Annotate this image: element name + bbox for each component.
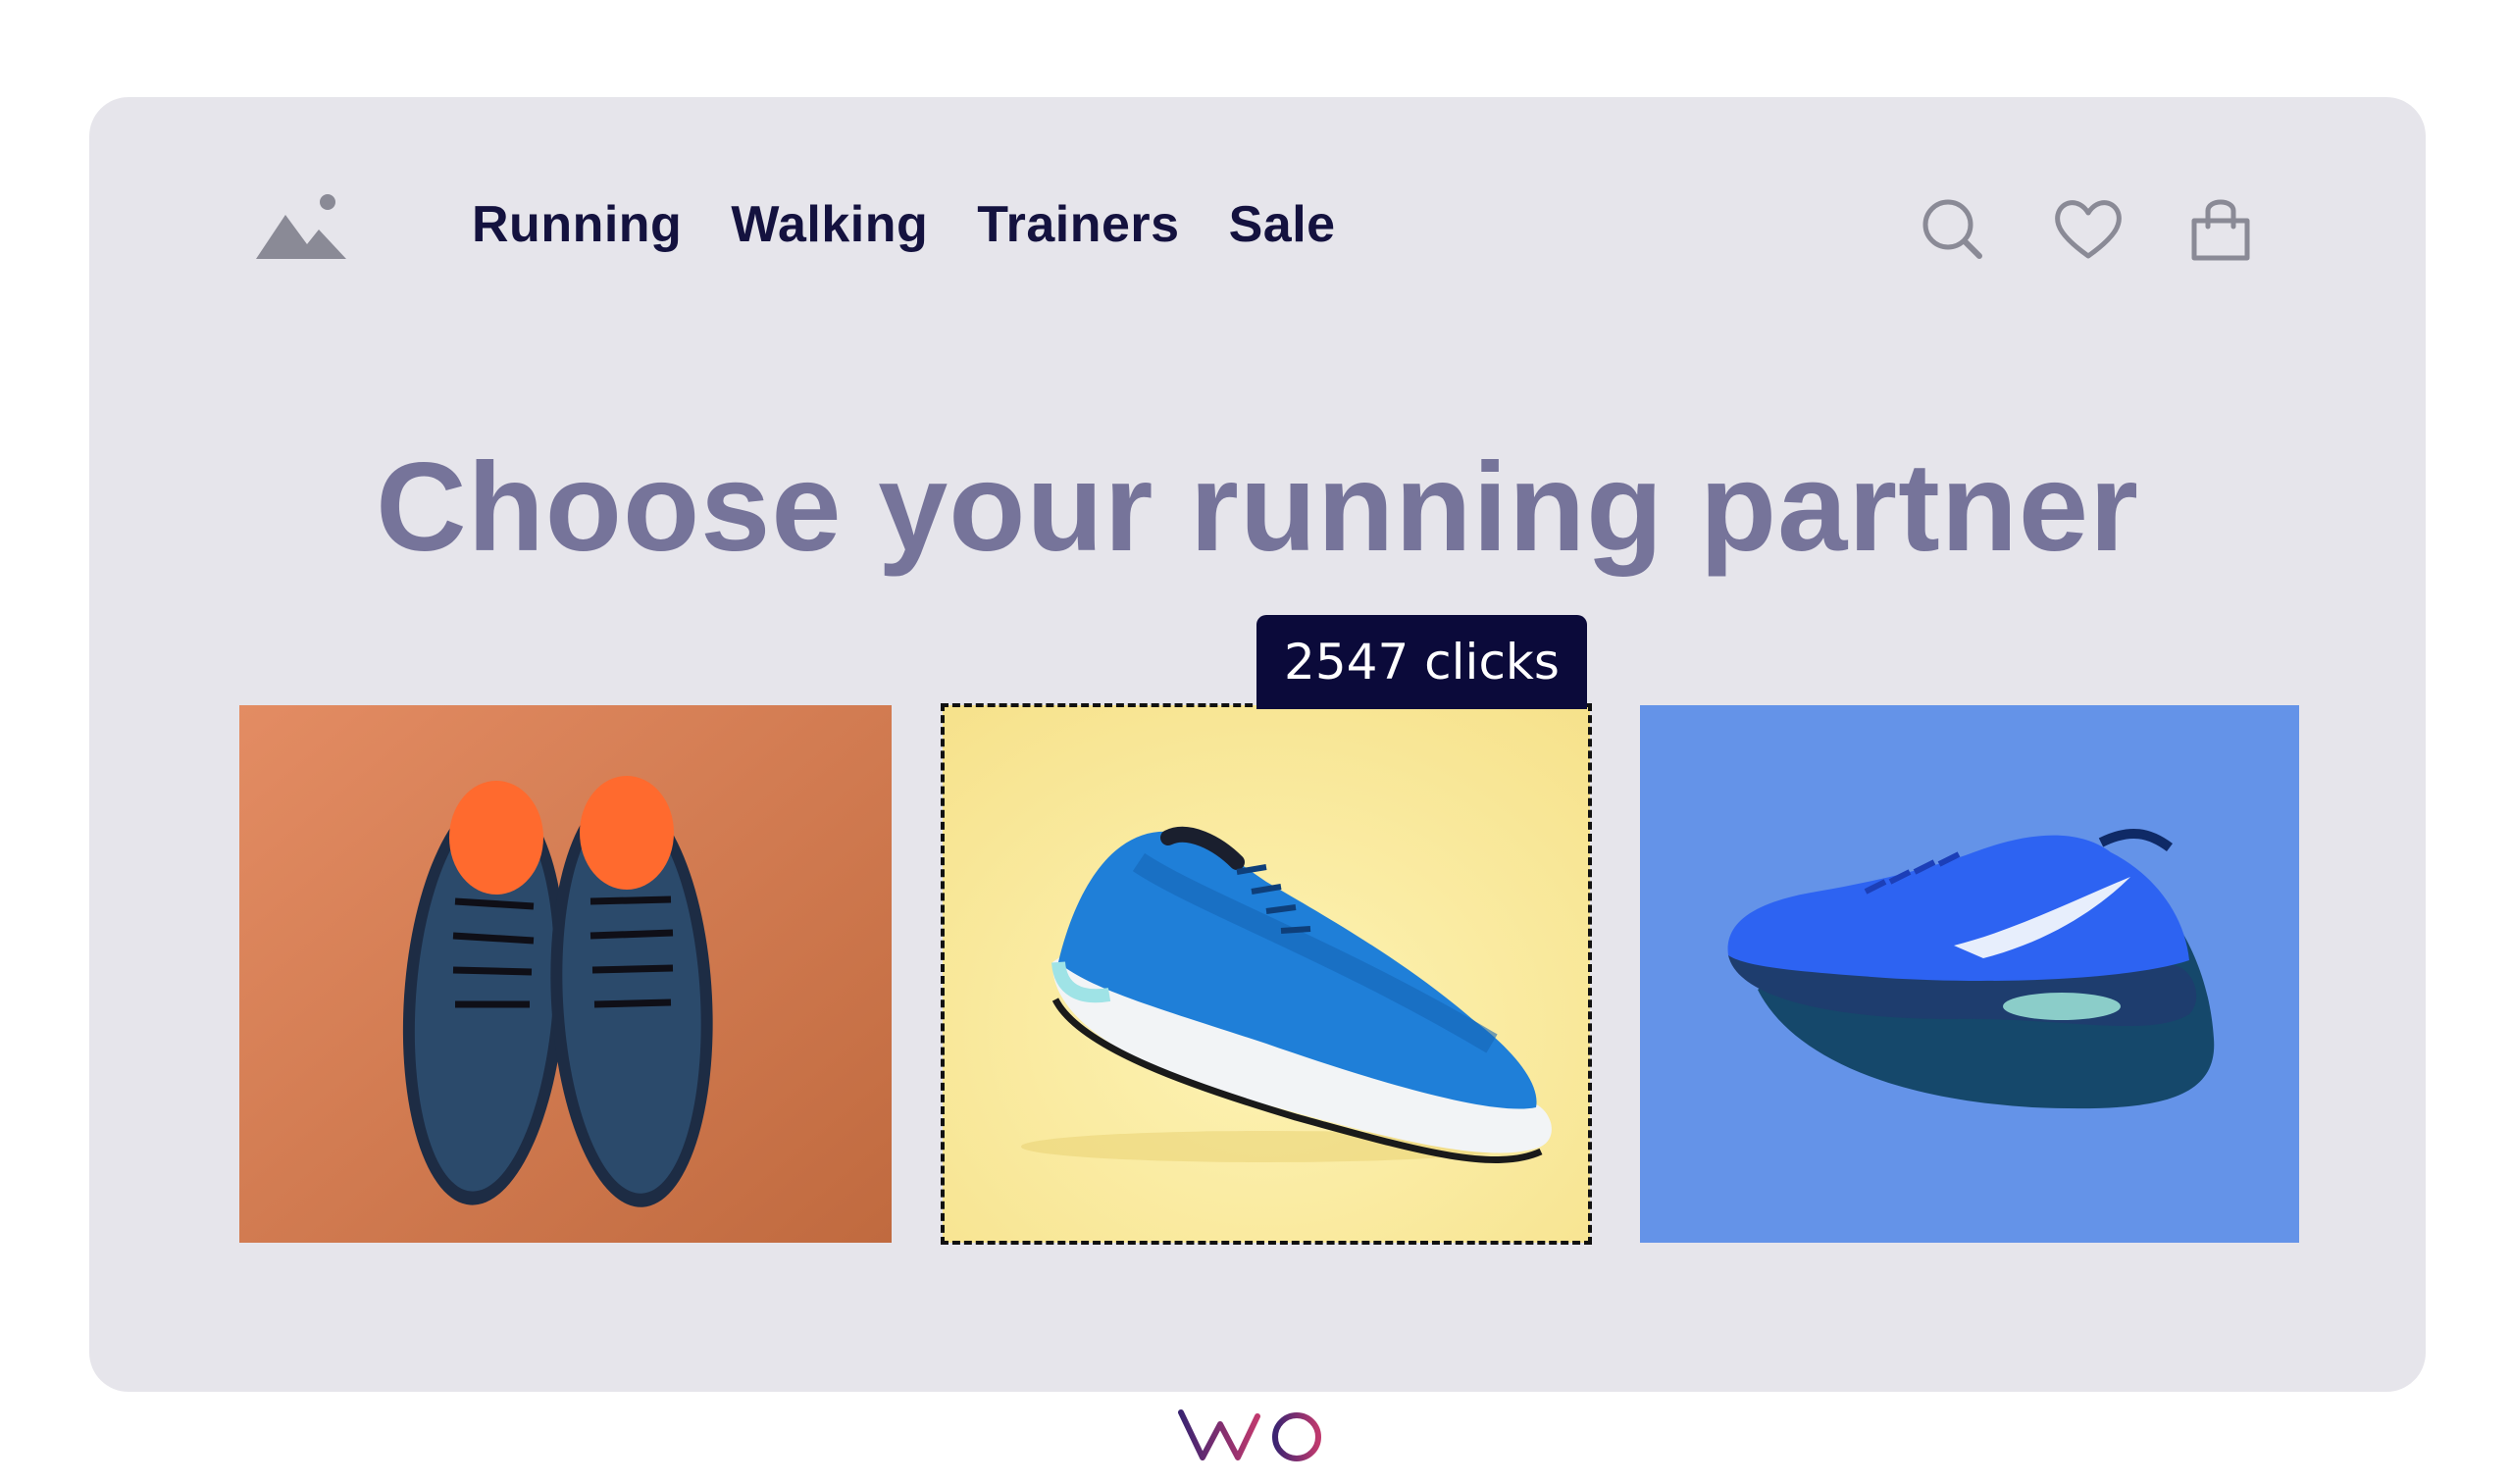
main-nav: Running Walking Trainers Sale xyxy=(472,195,1336,254)
product-card-orange[interactable] xyxy=(239,705,892,1243)
mountain-logo-icon[interactable] xyxy=(256,190,354,264)
nav-sale[interactable]: Sale xyxy=(1229,195,1336,254)
shoes-top-view-image xyxy=(239,705,892,1243)
product-card-blue[interactable] xyxy=(1640,705,2299,1243)
blue-running-shoe-image xyxy=(943,705,1590,1243)
nav-running[interactable]: Running xyxy=(472,195,682,254)
click-count-tooltip: 2547 clicks xyxy=(1256,615,1587,709)
search-icon[interactable] xyxy=(1919,195,1987,264)
page-card: Running Walking Trainers Sale Choose you… xyxy=(89,97,2426,1392)
nav-walking[interactable]: Walking xyxy=(731,195,928,254)
heart-icon[interactable] xyxy=(2053,195,2122,264)
shopping-bag-icon[interactable] xyxy=(2186,195,2255,264)
blue-sneaker-image xyxy=(1640,705,2299,1243)
nav-trainers[interactable]: Trainers xyxy=(977,195,1179,254)
product-card-yellow[interactable] xyxy=(941,703,1592,1245)
page-title: Choose your running partner xyxy=(376,437,2139,578)
vwo-logo xyxy=(1177,1405,1334,1465)
